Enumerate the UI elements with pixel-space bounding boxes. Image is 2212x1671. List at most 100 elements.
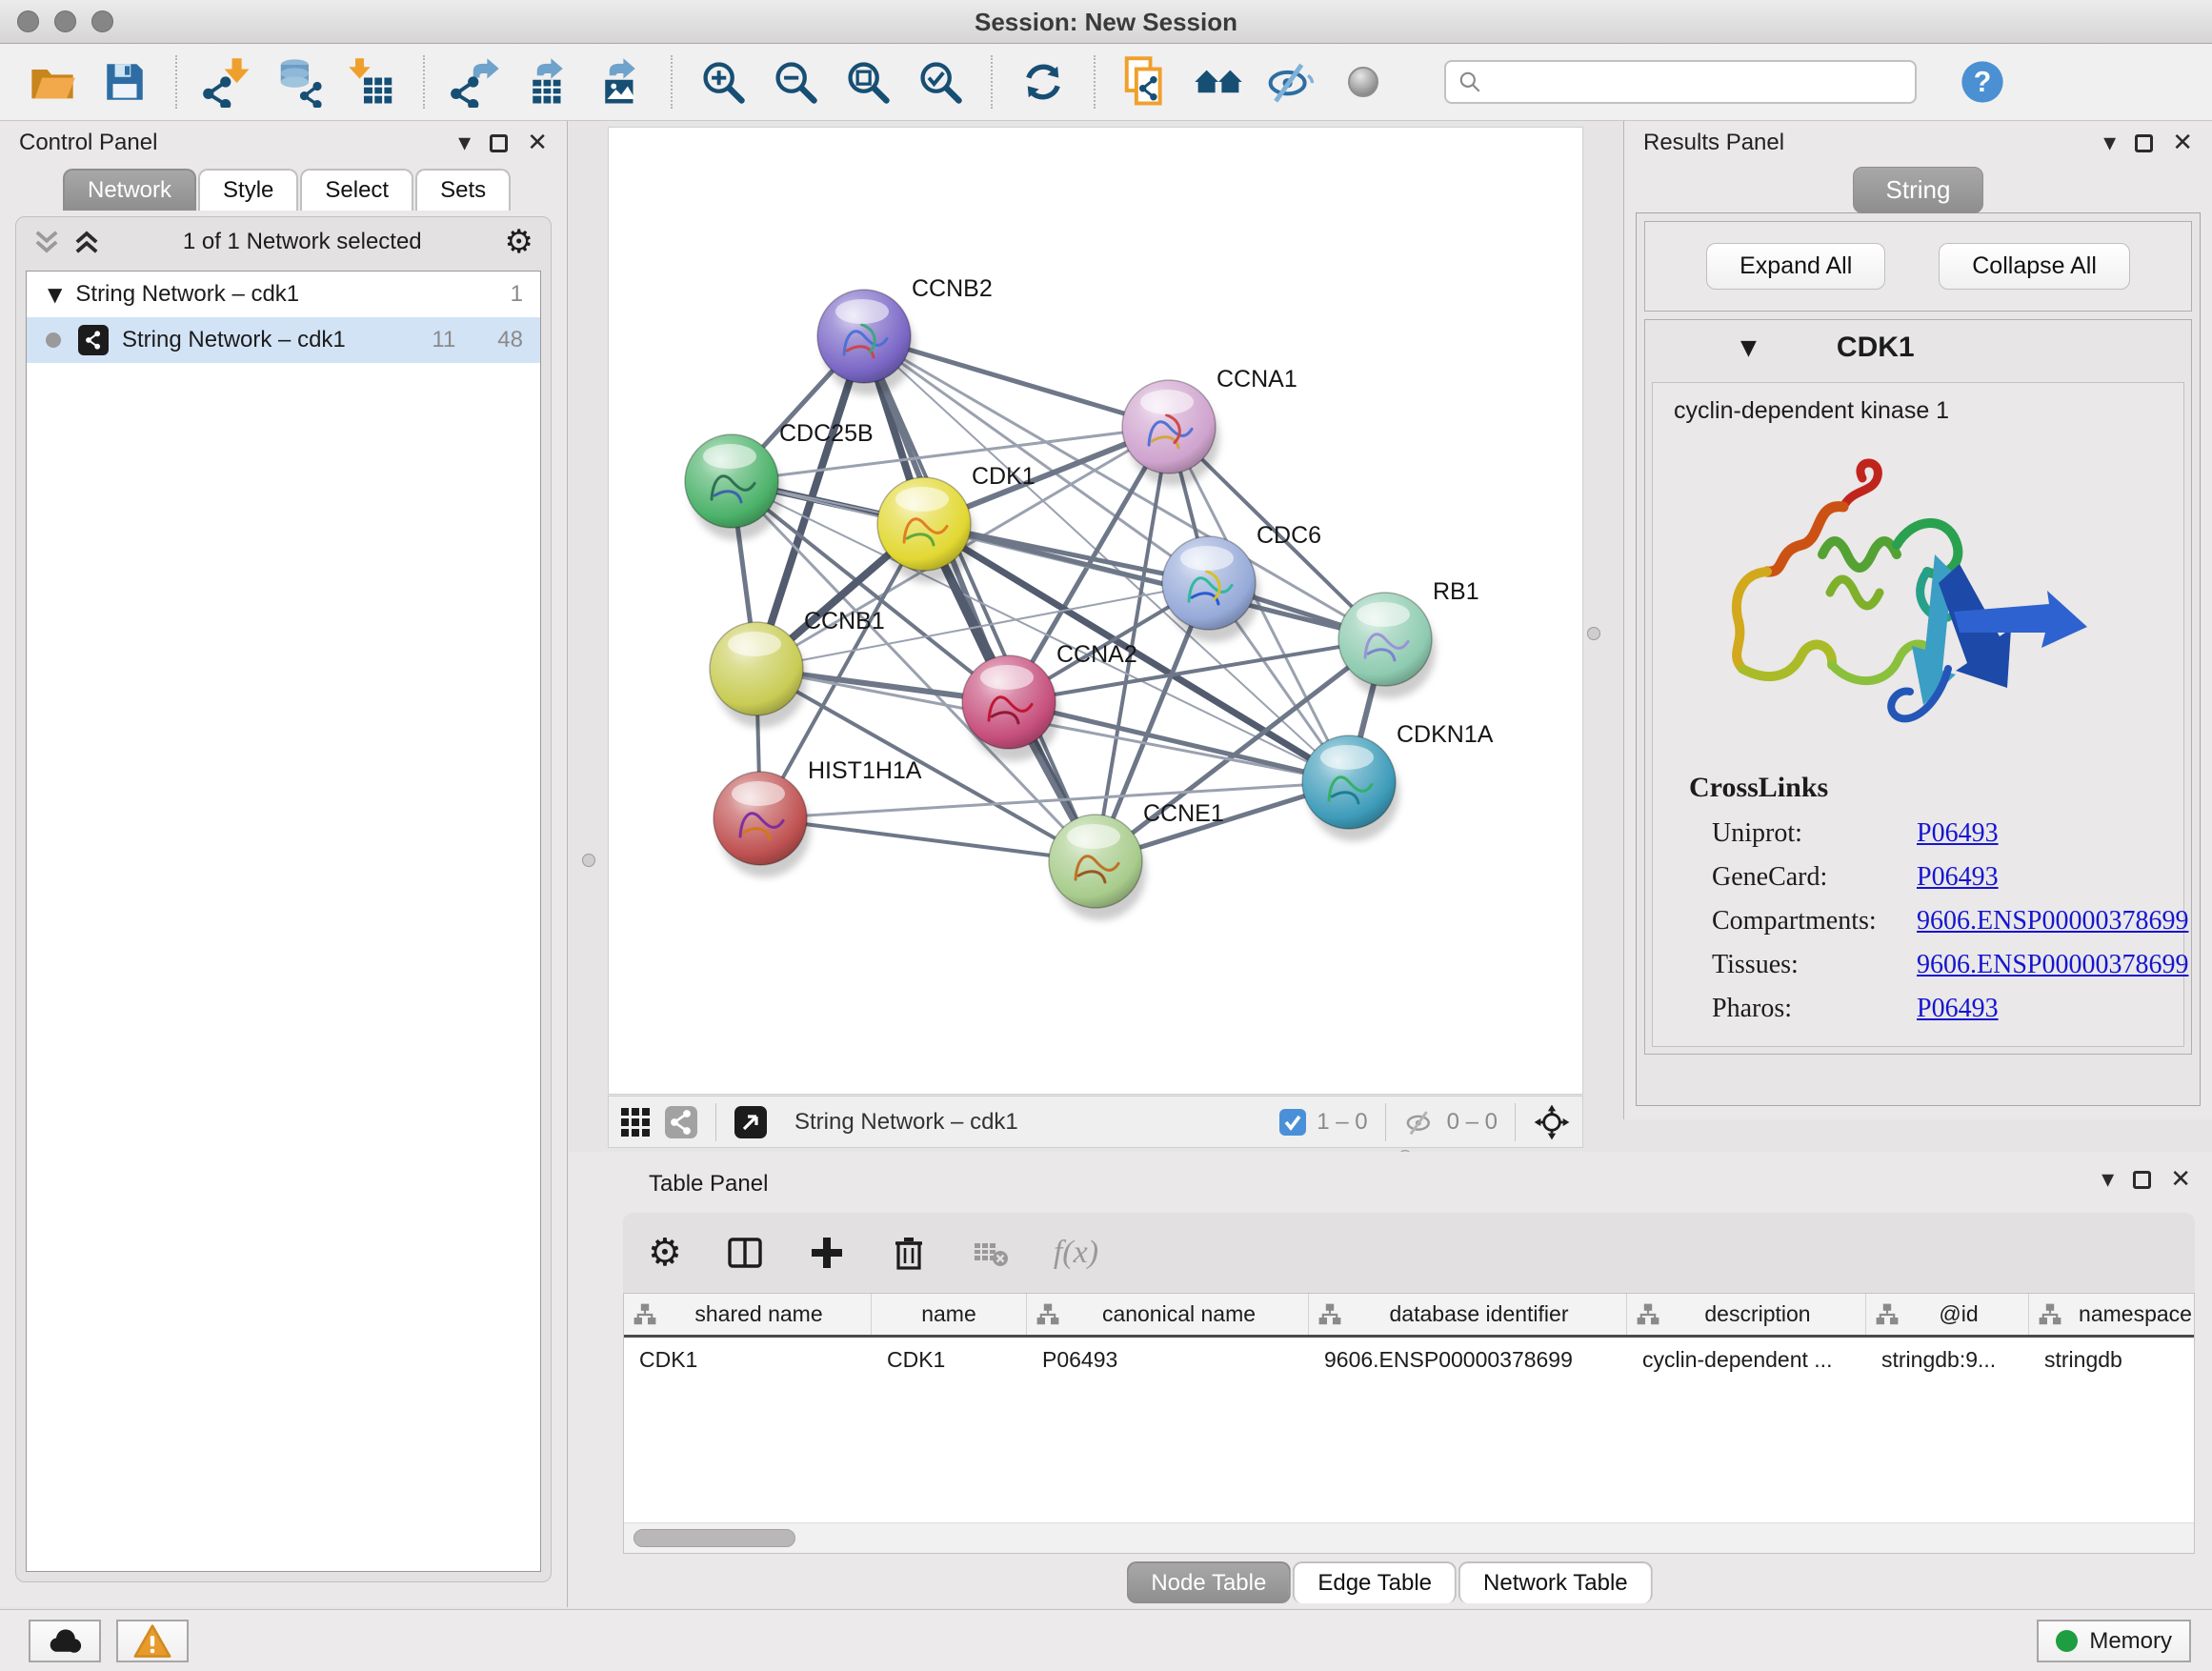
scrollbar-thumb[interactable] [633, 1529, 795, 1547]
column-header-database-identifier[interactable]: database identifier [1309, 1294, 1627, 1335]
export-network-icon [450, 56, 501, 108]
collapse-panel-icon[interactable]: ▾ [2103, 131, 2116, 155]
detach-view-icon[interactable] [734, 1105, 768, 1139]
window-titlebar[interactable]: Session: New Session [0, 0, 2212, 44]
table-row[interactable]: CDK1CDK1P064939606.ENSP00000378699cyclin… [624, 1338, 2194, 1381]
expand-all-button[interactable]: Expand All [1706, 243, 1885, 290]
zoom-fit-content-button[interactable] [838, 52, 897, 111]
results-tab-string[interactable]: String [1853, 167, 1984, 213]
import-network-from-file-button[interactable] [198, 52, 257, 111]
create-column-plus-icon[interactable] [808, 1234, 846, 1272]
show-columns-icon[interactable] [726, 1234, 764, 1272]
control-tab-network[interactable]: Network [63, 169, 196, 211]
maximize-window-button[interactable] [91, 10, 113, 32]
search-input[interactable] [1492, 69, 1903, 95]
zoom-selected-button[interactable] [911, 52, 970, 111]
crosslink-link[interactable]: P06493 [1917, 862, 1999, 892]
control-tab-select[interactable]: Select [300, 169, 413, 211]
network-edge-CCNA2-CDKN1A[interactable] [1009, 702, 1349, 782]
expand-all-icon[interactable] [73, 229, 100, 255]
toolbar-separator [1094, 55, 1096, 109]
network-node-RB1[interactable]: RB1 [1338, 578, 1479, 698]
network-node-CDC25B[interactable]: CDC25B [685, 420, 874, 540]
warnings-button[interactable] [116, 1620, 189, 1662]
gear-icon[interactable]: ⚙ [505, 226, 533, 258]
control-tab-style[interactable]: Style [198, 169, 298, 211]
crosslink-link[interactable]: 9606.ENSP00000378699 [1917, 906, 2188, 936]
right-splitter-handle[interactable] [1587, 627, 1600, 640]
network-node-CDC6[interactable]: CDC6 [1162, 522, 1321, 642]
grid-view-icon[interactable] [620, 1107, 651, 1137]
network-node-CDK1[interactable]: CDK1 [877, 463, 1036, 583]
column-header-shared-name[interactable]: shared name [624, 1294, 872, 1335]
open-session-button[interactable] [23, 52, 82, 111]
delete-column-trash-icon[interactable] [890, 1234, 928, 1272]
show-all-button[interactable] [1334, 52, 1393, 111]
table-panel: Table Panel ▾ ✕ ⚙ [569, 1152, 2212, 1608]
table-tab-node-table[interactable]: Node Table [1126, 1561, 1291, 1603]
export-table-button[interactable] [518, 52, 577, 111]
zoom-out-icon [771, 57, 820, 107]
close-panel-icon[interactable]: ✕ [527, 131, 548, 155]
network-collection-row[interactable]: ▼ String Network – cdk1 1 [27, 272, 540, 317]
network-view-icon[interactable] [664, 1105, 698, 1139]
gene-section: ▼ CDK1 cyclin-dependent kinase 1 [1644, 319, 2192, 1055]
hide-selected-button[interactable] [1261, 52, 1320, 111]
network-row[interactable]: String Network – cdk1 11 48 [27, 317, 540, 363]
column-header--id[interactable]: @id [1866, 1294, 2029, 1335]
network-node-CDKN1A[interactable]: CDKN1A [1302, 721, 1494, 841]
selected-checkbox-icon[interactable] [1278, 1108, 1307, 1137]
collapse-all-icon[interactable] [33, 229, 60, 255]
import-network-from-database-button[interactable] [271, 52, 330, 111]
network-edge-HIST1H1A-CCNE1[interactable] [760, 818, 1096, 861]
zoom-in-button[interactable] [694, 52, 753, 111]
collapse-row-icon[interactable]: ▼ [48, 283, 62, 306]
close-panel-icon[interactable]: ✕ [2172, 131, 2193, 155]
export-image-button[interactable] [591, 52, 650, 111]
crosslink-link[interactable]: P06493 [1917, 994, 1999, 1023]
collapse-all-button[interactable]: Collapse All [1939, 243, 2130, 290]
float-panel-icon[interactable] [2133, 1171, 2151, 1189]
table-tab-edge-table[interactable]: Edge Table [1293, 1561, 1457, 1603]
zoom-out-button[interactable] [766, 52, 825, 111]
help-button[interactable]: ? [1953, 52, 2012, 111]
memory-button[interactable]: Memory [2037, 1620, 2191, 1662]
column-header-canonical-name[interactable]: canonical name [1027, 1294, 1309, 1335]
crosslink-link[interactable]: 9606.ENSP00000378699 [1917, 950, 2188, 979]
table-settings-gear-icon[interactable]: ⚙ [648, 1234, 682, 1272]
import-table-from-file-button[interactable] [343, 52, 402, 111]
cloud-status-button[interactable] [29, 1620, 101, 1662]
save-session-button[interactable] [95, 52, 154, 111]
search-field[interactable] [1444, 60, 1917, 104]
close-panel-icon[interactable]: ✕ [2170, 1167, 2191, 1192]
network-node-CCNB1[interactable]: CCNB1 [710, 608, 885, 728]
delete-table-icon-disabled [972, 1234, 1010, 1272]
gene-section-header[interactable]: ▼ CDK1 [1645, 320, 2191, 375]
network-node-CCNB2[interactable]: CCNB2 [817, 275, 993, 395]
crosslink-label: Tissues: [1712, 943, 1917, 987]
close-window-button[interactable] [17, 10, 39, 32]
column-header-name[interactable]: name [872, 1294, 1027, 1335]
apply-preferred-layout-button[interactable] [1014, 52, 1073, 111]
control-tab-sets[interactable]: Sets [415, 169, 511, 211]
column-header-namespace[interactable]: namespace [2029, 1294, 2195, 1335]
network-node-HIST1H1A[interactable]: HIST1H1A [714, 757, 922, 877]
network-canvas[interactable]: CCNB2CCNA1CDC25BCDK1CDC6RB1CCNB1CCNA2CDK… [608, 127, 1583, 1095]
collapse-panel-icon[interactable]: ▾ [458, 131, 471, 155]
column-header-description[interactable]: description [1627, 1294, 1866, 1335]
birds-eye-view-icon[interactable] [1533, 1103, 1571, 1141]
first-neighbors-button[interactable] [1189, 52, 1248, 111]
collapse-panel-icon[interactable]: ▾ [2101, 1167, 2114, 1192]
crosslink-link[interactable]: P06493 [1917, 818, 1999, 848]
collapse-section-icon[interactable]: ▼ [1740, 336, 1757, 360]
left-splitter-handle[interactable] [582, 854, 595, 867]
table-tab-network-table[interactable]: Network Table [1458, 1561, 1653, 1603]
export-network-button[interactable] [446, 52, 505, 111]
new-network-from-selection-button[interactable] [1116, 52, 1176, 111]
float-panel-icon[interactable] [2135, 134, 2153, 152]
horizontal-scrollbar[interactable] [624, 1522, 2194, 1553]
network-graph[interactable]: CCNB2CCNA1CDC25BCDK1CDC6RB1CCNB1CCNA2CDK… [609, 128, 1582, 1094]
minimize-window-button[interactable] [54, 10, 76, 32]
float-panel-icon[interactable] [490, 134, 508, 152]
separator [715, 1103, 716, 1141]
